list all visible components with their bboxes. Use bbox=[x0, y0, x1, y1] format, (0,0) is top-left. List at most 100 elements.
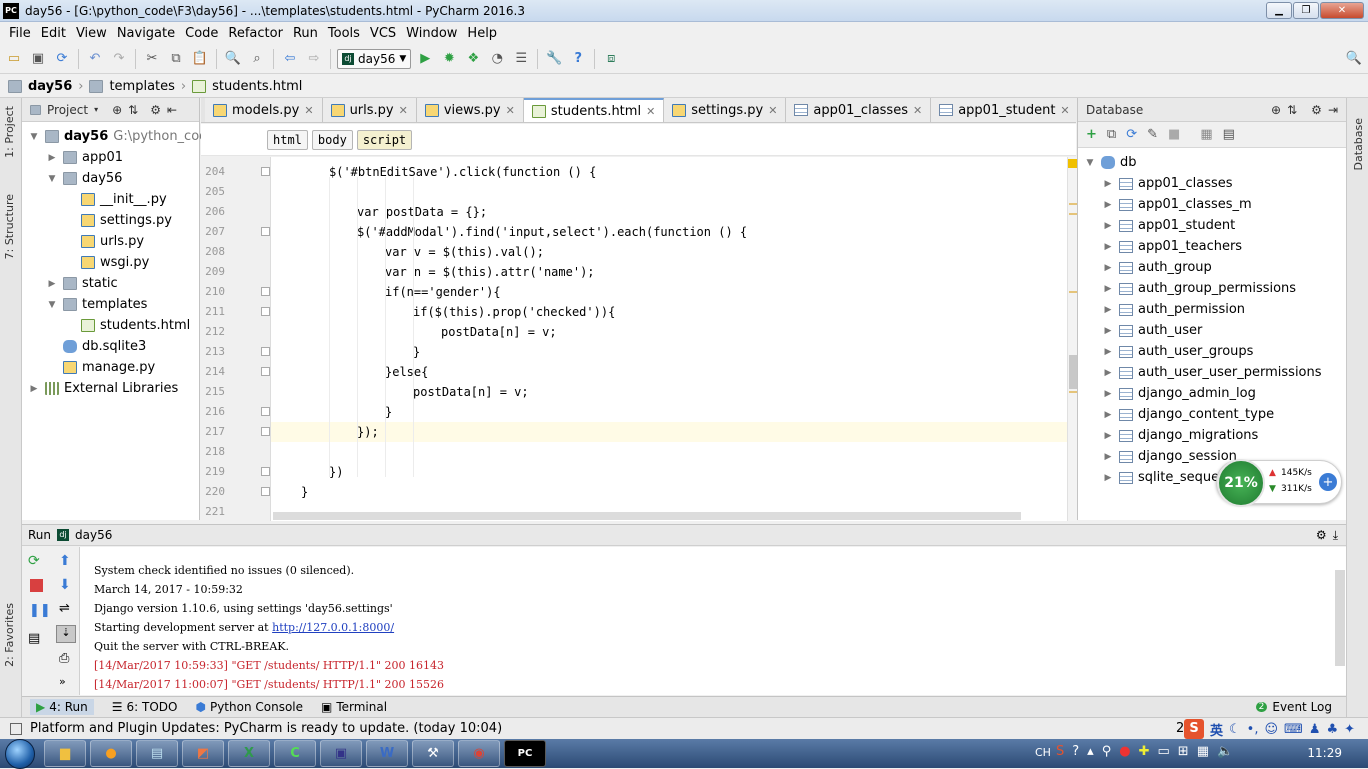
word-task-icon[interactable]: W bbox=[366, 740, 408, 767]
scroll-thumb[interactable] bbox=[1069, 355, 1077, 389]
project-tree-item[interactable]: urls.py bbox=[64, 231, 144, 252]
tool-tab-todo[interactable]: ☰ 6: TODO bbox=[112, 700, 178, 714]
help-tray-icon[interactable]: ? bbox=[1072, 744, 1079, 759]
collapsed-arrow-icon[interactable]: ▶ bbox=[1102, 410, 1114, 420]
menu-run[interactable]: Run bbox=[288, 26, 323, 41]
fold-marker-icon[interactable] bbox=[261, 167, 270, 176]
editor-tab[interactable]: urls.py ✕ bbox=[322, 98, 417, 122]
back-icon[interactable]: ⇦ bbox=[280, 49, 300, 69]
breadcrumb-script[interactable]: script bbox=[356, 129, 413, 150]
status-message[interactable]: Platform and Plugin Updates: PyCharm is … bbox=[30, 721, 502, 736]
database-table-item[interactable]: ▶ auth_group_permissions bbox=[1102, 278, 1297, 299]
moon-icon[interactable]: ☾ bbox=[1229, 722, 1241, 737]
shirt-icon[interactable]: ♣ bbox=[1326, 722, 1338, 737]
copy-icon[interactable]: ⧉ bbox=[166, 49, 186, 69]
plus-tray-icon[interactable]: ✚ bbox=[1139, 744, 1150, 759]
fold-marker-icon[interactable] bbox=[261, 307, 270, 316]
code-line[interactable]: } bbox=[413, 342, 420, 362]
database-table-item[interactable]: ▶ django_session bbox=[1102, 446, 1237, 467]
expand-icon[interactable]: » bbox=[59, 675, 66, 688]
start-button[interactable] bbox=[0, 738, 40, 769]
editor-horizontal-scrollbar[interactable] bbox=[273, 512, 1021, 520]
coverage-icon[interactable]: ❖ bbox=[463, 49, 483, 69]
close-tab-icon[interactable]: ✕ bbox=[304, 104, 313, 117]
explorer-task-icon[interactable]: ▆ bbox=[44, 740, 86, 767]
project-tree-item[interactable]: wsgi.py bbox=[64, 252, 149, 273]
help-icon[interactable]: ? bbox=[568, 49, 588, 69]
run-config-name[interactable]: day56 bbox=[75, 528, 112, 542]
database-table-item[interactable]: ▶ django_admin_log bbox=[1102, 383, 1256, 404]
down-arrow-icon[interactable]: ⬇ bbox=[59, 577, 71, 593]
project-tree-item[interactable]: settings.py bbox=[64, 210, 172, 231]
database-table-item[interactable]: ▶ django_migrations bbox=[1102, 425, 1259, 446]
hide-icon[interactable]: ⤓ bbox=[1333, 528, 1338, 543]
project-tool-tab[interactable]: 1: Project bbox=[3, 106, 16, 158]
menu-edit[interactable]: Edit bbox=[36, 26, 71, 41]
menu-vcs[interactable]: VCS bbox=[365, 26, 401, 41]
chrome-task-icon[interactable]: ◉ bbox=[458, 740, 500, 767]
close-tab-icon[interactable]: ✕ bbox=[913, 104, 922, 117]
project-tree-item[interactable]: ▼ day56 G:\python_code bbox=[28, 126, 216, 147]
code-line[interactable]: var postData = {}; bbox=[357, 202, 487, 222]
project-tree-item[interactable]: db.sqlite3 bbox=[46, 336, 146, 357]
menu-view[interactable]: View bbox=[71, 26, 112, 41]
project-tree-item[interactable]: ▶ External Libraries bbox=[28, 378, 179, 399]
hide-icon[interactable]: ⇥ bbox=[1328, 103, 1338, 117]
database-table-item[interactable]: ▶ app01_classes_m bbox=[1102, 194, 1252, 215]
project-tree-item[interactable]: ▶ static bbox=[46, 273, 118, 294]
save-task-icon[interactable]: ▣ bbox=[320, 740, 362, 767]
split-icon[interactable]: ⇅ bbox=[1287, 103, 1297, 117]
menu-tools[interactable]: Tools bbox=[323, 26, 365, 41]
collapsed-arrow-icon[interactable]: ▶ bbox=[1102, 284, 1114, 294]
database-table-item[interactable]: ▶ sqlite_seque bbox=[1102, 467, 1220, 488]
run-config-select[interactable]: dj day56 ▼ bbox=[337, 48, 412, 69]
pycharm-task-icon[interactable]: PC bbox=[504, 740, 546, 767]
cut-icon[interactable]: ✂ bbox=[142, 49, 162, 69]
collapsed-arrow-icon[interactable]: ▶ bbox=[28, 384, 40, 394]
browser-task-icon[interactable]: ● bbox=[90, 740, 132, 767]
code-line[interactable]: }) bbox=[329, 462, 343, 482]
stop-icon[interactable] bbox=[30, 579, 43, 592]
project-panel-title[interactable]: Project bbox=[47, 103, 88, 117]
paste-icon[interactable]: 📋 bbox=[190, 49, 210, 69]
tray-lang[interactable]: CH bbox=[1035, 746, 1051, 759]
layout-icon[interactable]: ▤ bbox=[28, 631, 40, 646]
ime-language[interactable]: 英 bbox=[1210, 720, 1223, 739]
collapsed-arrow-icon[interactable]: ▶ bbox=[1102, 452, 1114, 462]
database-table-item[interactable]: ▶ auth_group bbox=[1102, 257, 1212, 278]
search-everywhere-icon[interactable]: 🔍 bbox=[1344, 49, 1364, 69]
fold-marker-icon[interactable] bbox=[261, 227, 270, 236]
undo-icon[interactable]: ↶ bbox=[85, 49, 105, 69]
tool-tab-python-console[interactable]: ⬢ Python Console bbox=[195, 700, 303, 714]
sogou-tray-icon[interactable]: S bbox=[1056, 744, 1064, 759]
wrap-icon[interactable]: ⇌ bbox=[59, 601, 70, 616]
collapsed-arrow-icon[interactable]: ▶ bbox=[1102, 389, 1114, 399]
editor-tab[interactable]: models.py ✕ bbox=[205, 98, 323, 122]
camtasia-task-icon[interactable]: C bbox=[274, 740, 316, 767]
menu-window[interactable]: Window bbox=[401, 26, 462, 41]
expanded-arrow-icon[interactable]: ▼ bbox=[46, 174, 58, 184]
collapsed-arrow-icon[interactable]: ▶ bbox=[1102, 473, 1114, 483]
network-tray-icon[interactable]: ⊞ bbox=[1178, 744, 1189, 759]
open-folder-icon[interactable]: ▭ bbox=[4, 49, 24, 69]
concurrency-icon[interactable]: ☰ bbox=[511, 49, 531, 69]
plugin-icon[interactable]: ⧈ bbox=[601, 49, 621, 69]
project-tree-item[interactable]: __init__.py bbox=[64, 189, 167, 210]
database-table-item[interactable]: ▶ app01_classes bbox=[1102, 173, 1233, 194]
database-root-item[interactable]: ▼ db bbox=[1084, 152, 1137, 173]
fold-marker-icon[interactable] bbox=[261, 427, 270, 436]
tool-tab-terminal[interactable]: ▣ Terminal bbox=[321, 700, 387, 714]
collapse-icon[interactable]: ⇅ bbox=[128, 103, 138, 117]
status-toggle-icon[interactable] bbox=[10, 722, 22, 735]
edit-icon[interactable]: ✎ bbox=[1147, 127, 1158, 142]
error-stripe[interactable] bbox=[1067, 157, 1077, 521]
rerun-icon[interactable]: ⟳ bbox=[28, 553, 40, 569]
close-button[interactable]: ✕ bbox=[1320, 2, 1364, 19]
code-line[interactable]: $('#btnEditSave').click(function () { bbox=[329, 162, 596, 182]
locate-icon[interactable]: ⊕ bbox=[112, 103, 122, 117]
up-arrow-icon[interactable]: ⬆ bbox=[59, 553, 71, 569]
project-tree-item[interactable]: manage.py bbox=[46, 357, 155, 378]
collapsed-arrow-icon[interactable]: ▶ bbox=[46, 279, 58, 289]
collapsed-arrow-icon[interactable]: ▶ bbox=[1102, 179, 1114, 189]
structure-tool-tab[interactable]: 7: Structure bbox=[3, 194, 16, 259]
